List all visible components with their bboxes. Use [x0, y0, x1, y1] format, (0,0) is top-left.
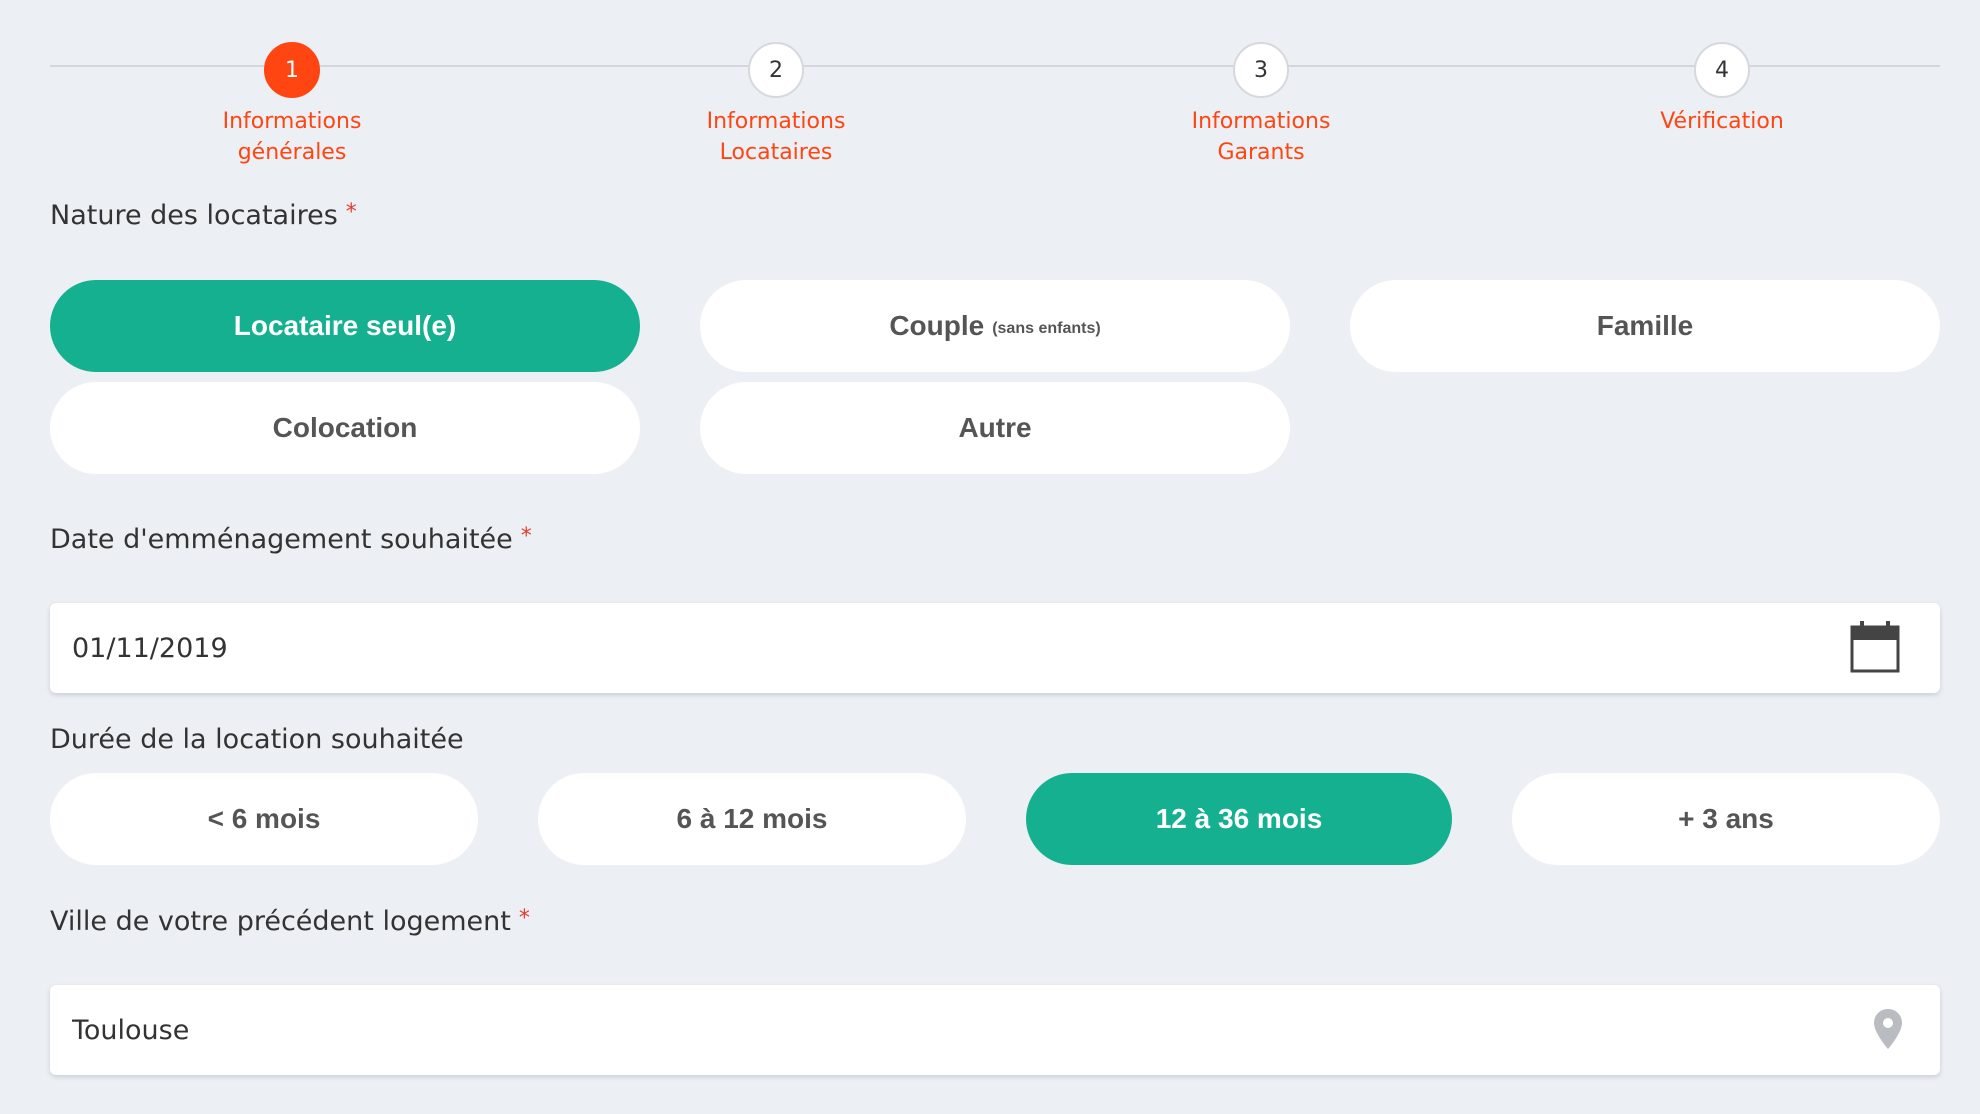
step-3-circle[interactable]: 3: [1233, 42, 1289, 98]
tenant-option-couple[interactable]: Couple (sans enfants): [700, 280, 1290, 372]
duration-option-6-12-label: 6 à 12 mois: [676, 803, 828, 834]
step-2[interactable]: 2 Informations Locataires: [646, 42, 906, 168]
required-mark: *: [518, 906, 530, 931]
step-4-circle[interactable]: 4: [1694, 42, 1750, 98]
duration-option-less-6[interactable]: < 6 mois: [50, 773, 478, 865]
move-in-date-input[interactable]: [72, 603, 1772, 693]
tenant-option-flatshare[interactable]: Colocation: [50, 382, 640, 474]
calendar-icon[interactable]: [1850, 621, 1900, 673]
previous-city-label-text: Ville de votre précédent logement: [50, 906, 511, 937]
move-in-date-label: Date d'emménagement souhaitée *: [50, 524, 532, 555]
tenant-option-family[interactable]: Famille: [1350, 280, 1940, 372]
tenant-type-label-text: Nature des locataires: [50, 200, 338, 231]
step-4-label: Vérification: [1660, 109, 1784, 134]
previous-city-input[interactable]: [72, 985, 1772, 1075]
tenant-option-couple-sublabel: (sans enfants): [992, 320, 1101, 337]
step-4[interactable]: 4 Vérification: [1592, 42, 1852, 137]
required-mark: *: [520, 524, 532, 549]
previous-city-label: Ville de votre précédent logement *: [50, 906, 530, 937]
duration-option-plus-3[interactable]: + 3 ans: [1512, 773, 1940, 865]
step-1-circle[interactable]: 1: [264, 42, 320, 98]
step-2-circle[interactable]: 2: [748, 42, 804, 98]
duration-option-12-36[interactable]: 12 à 36 mois: [1026, 773, 1452, 865]
progress-stepper: 1 Informations générales 2 Informations …: [50, 42, 1940, 172]
rental-duration-label-text: Durée de la location souhaitée: [50, 724, 464, 755]
tenant-option-other-label: Autre: [958, 412, 1032, 443]
tenant-option-flatshare-label: Colocation: [272, 412, 418, 443]
duration-option-plus-3-label: + 3 ans: [1678, 803, 1774, 834]
step-3[interactable]: 3 Informations Garants: [1131, 42, 1391, 168]
step-2-label: Informations Locataires: [706, 109, 846, 165]
tenant-type-label: Nature des locataires *: [50, 200, 357, 231]
tenant-option-single[interactable]: Locataire seul(e): [50, 280, 640, 372]
step-3-label: Informations Garants: [1191, 109, 1331, 165]
tenant-option-single-label: Locataire seul(e): [233, 310, 457, 341]
duration-option-less-6-label: < 6 mois: [207, 803, 321, 834]
move-in-date-field[interactable]: [50, 603, 1940, 693]
map-pin-icon: [1874, 1009, 1902, 1049]
tenant-option-family-label: Famille: [1596, 310, 1694, 341]
rental-duration-label: Durée de la location souhaitée: [50, 724, 464, 755]
step-1-label: Informations générales: [222, 109, 362, 165]
duration-option-6-12[interactable]: 6 à 12 mois: [538, 773, 966, 865]
tenant-option-couple-label: Couple: [889, 310, 985, 341]
previous-city-field[interactable]: [50, 985, 1940, 1075]
tenant-option-other[interactable]: Autre: [700, 382, 1290, 474]
move-in-date-label-text: Date d'emménagement souhaitée: [50, 524, 513, 555]
duration-option-12-36-label: 12 à 36 mois: [1155, 803, 1323, 834]
required-mark: *: [345, 200, 357, 225]
step-1[interactable]: 1 Informations générales: [162, 42, 422, 168]
